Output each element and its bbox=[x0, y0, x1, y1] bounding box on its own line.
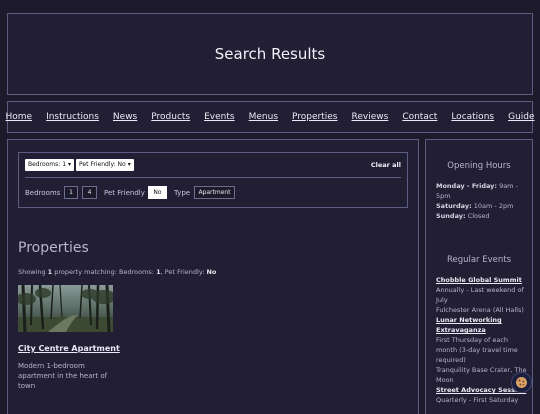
regular-events-heading: Regular Events bbox=[446, 255, 512, 265]
chip-remove-icon[interactable]: ▾ bbox=[128, 161, 131, 168]
nav-link-guide[interactable]: Guide bbox=[508, 112, 534, 122]
filter-chip-bedrooms[interactable]: Bedrooms: 1 ▾ bbox=[25, 159, 75, 171]
nav-link-reviews[interactable]: Reviews bbox=[352, 112, 389, 122]
summary-text: property matching: Bedrooms: bbox=[52, 268, 157, 276]
nav-link-properties[interactable]: Properties bbox=[292, 112, 337, 122]
chip-label: Bedrooms: 1 bbox=[28, 161, 67, 168]
hours-row: Sunday: Closed bbox=[436, 211, 528, 221]
bedrooms-option-4[interactable]: 4 bbox=[82, 186, 97, 199]
bedrooms-label: Bedrooms bbox=[25, 189, 61, 197]
property-description: Modern 1-bedroom apartment in the heart … bbox=[18, 362, 108, 390]
event-detail: Quarterly - First Saturday bbox=[436, 396, 519, 404]
main-nav: Home Instructions News Products Events M… bbox=[5, 101, 535, 133]
filter-chip-pet-friendly[interactable]: Pet Friendly: No ▾ bbox=[76, 159, 134, 171]
page-title: Search Results bbox=[214, 45, 326, 63]
property-image[interactable] bbox=[18, 285, 113, 332]
hours-day: Sunday: bbox=[436, 212, 466, 220]
event-title-link[interactable]: Lunar Networking Extravaganza bbox=[436, 315, 530, 335]
filter-panel: Bedrooms: 1 ▾ Pet Friendly: No ▾ Clear all… bbox=[18, 152, 408, 208]
hours-row: Saturday: 10am - 2pm bbox=[436, 201, 528, 211]
chip-label: Pet Friendly: No bbox=[79, 161, 126, 168]
nav-link-products[interactable]: Products bbox=[151, 112, 190, 122]
bedrooms-option-1[interactable]: 1 bbox=[64, 186, 78, 199]
hours-day: Saturday: bbox=[436, 202, 472, 210]
summary-prefix: Showing bbox=[18, 268, 48, 276]
nav-link-menus[interactable]: Menus bbox=[249, 112, 278, 122]
summary-text-2: , Pet Friendly: bbox=[160, 268, 207, 276]
pet-friendly-option-no[interactable]: No bbox=[148, 186, 167, 199]
nav-link-home[interactable]: Home bbox=[5, 112, 32, 122]
opening-hours-heading: Opening Hours bbox=[447, 161, 511, 171]
hours-time: 10am - 2pm bbox=[471, 202, 514, 210]
clear-all-button[interactable]: Clear all bbox=[371, 159, 401, 171]
nav-link-instructions[interactable]: Instructions bbox=[46, 112, 99, 122]
hours-row: Monday - Friday: 9am - 5pm bbox=[436, 181, 528, 201]
chip-remove-icon[interactable]: ▾ bbox=[68, 161, 71, 168]
type-option-apartment[interactable]: Apartment bbox=[194, 186, 235, 199]
event-title-link[interactable]: Chobble Global Summit bbox=[436, 275, 530, 285]
nav-link-events[interactable]: Events bbox=[204, 112, 234, 122]
main-content: Bedrooms: 1 ▾ Pet Friendly: No ▾ Clear all… bbox=[7, 139, 419, 414]
property-title-link[interactable]: City Centre Apartment bbox=[18, 344, 120, 353]
filter-divider bbox=[25, 177, 401, 178]
results-summary: Showing 1 property matching: Bedrooms: 1… bbox=[18, 268, 216, 276]
event-detail: Fulchester Arena (All Halls) bbox=[436, 306, 524, 314]
type-label: Type bbox=[174, 189, 191, 197]
summary-pet: No bbox=[206, 268, 217, 276]
event-detail: Annually - Last weekend of July bbox=[436, 286, 524, 304]
hours-day: Monday - Friday: bbox=[436, 182, 497, 190]
opening-hours-list: Monday - Friday: 9am - 5pm Saturday: 10a… bbox=[436, 181, 528, 221]
pet-friendly-label: Pet Friendly bbox=[104, 189, 145, 197]
nav-link-news[interactable]: News bbox=[113, 112, 137, 122]
nav-link-contact[interactable]: Contact bbox=[402, 112, 437, 122]
properties-heading: Properties bbox=[18, 240, 89, 256]
cookie-settings-button[interactable] bbox=[511, 372, 532, 393]
cookie-icon bbox=[516, 377, 527, 388]
nav-link-locations[interactable]: Locations bbox=[451, 112, 494, 122]
hours-time: Closed bbox=[465, 212, 490, 220]
site-header: Search Results bbox=[7, 13, 533, 95]
event-detail: First Thursday of each month (3-day trav… bbox=[436, 336, 518, 364]
